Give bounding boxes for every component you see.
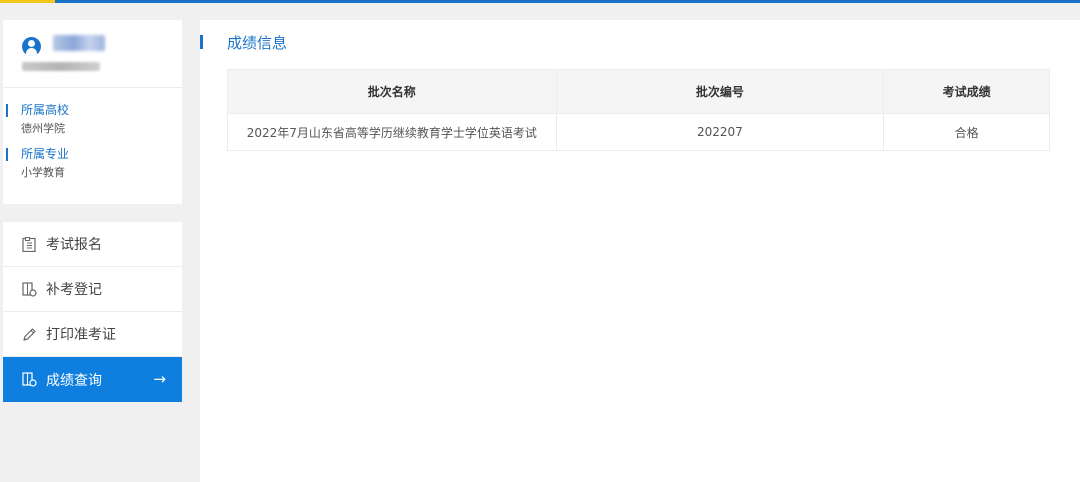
- menu-label: 成绩查询: [46, 372, 102, 389]
- menu-label: 补考登记: [46, 282, 102, 298]
- menu-item-retake-registration[interactable]: 补考登记: [3, 267, 182, 312]
- school-info: 所属高校 德州学院: [3, 102, 69, 137]
- menu-item-exam-registration[interactable]: 考试报名: [3, 222, 182, 267]
- arrow-right-icon: →: [153, 370, 166, 388]
- major-info: 所属专业 小学教育: [3, 146, 69, 181]
- top-bar: [0, 0, 1080, 3]
- table-row: 2022年7月山东省高等学历继续教育学士学位英语考试 202207 合格: [227, 113, 1050, 151]
- user-name-redacted: [53, 35, 105, 51]
- school-label: 所属高校: [5, 103, 70, 117]
- menu-label: 打印准考证: [46, 327, 116, 343]
- table-header-row: 批次名称 批次编号 考试成绩: [227, 69, 1050, 114]
- user-id-redacted: [22, 62, 100, 71]
- registration-clipboard-icon: [21, 236, 37, 252]
- major-value: 小学教育: [21, 166, 65, 179]
- pencil-icon: [21, 326, 37, 342]
- profile-card: 所属高校 德州学院 所属专业 小学教育: [3, 20, 182, 204]
- cell-batch-number: 202207: [555, 113, 885, 151]
- menu-item-print-admission-ticket[interactable]: 打印准考证: [3, 312, 182, 357]
- cell-batch-name: 2022年7月山东省高等学历继续教育学士学位英语考试: [227, 113, 557, 151]
- side-menu: 考试报名 补考登记 打印准考证 成绩查询 →: [3, 222, 182, 402]
- header-exam-score: 考试成绩: [883, 69, 1050, 114]
- score-table: 批次名称 批次编号 考试成绩 2022年7月山东省高等学历继续教育学士学位英语考…: [227, 69, 1050, 151]
- menu-item-score-query[interactable]: 成绩查询 →: [3, 357, 182, 402]
- top-bar-accent: [0, 0, 55, 3]
- major-label: 所属专业: [5, 147, 70, 161]
- profile-header: [3, 20, 182, 88]
- section-title: 成绩信息: [227, 34, 288, 52]
- menu-label: 考试报名: [46, 237, 102, 253]
- main-panel: 成绩信息 批次名称 批次编号 考试成绩 2022年7月山东省高等学历继续教育学士…: [200, 20, 1080, 482]
- retake-record-icon: [21, 281, 37, 297]
- section-title-bar: [200, 35, 203, 49]
- score-query-icon: [21, 372, 37, 388]
- cell-exam-score: 合格: [883, 113, 1050, 151]
- school-value: 德州学院: [21, 122, 65, 135]
- header-batch-name: 批次名称: [227, 69, 557, 114]
- header-batch-number: 批次编号: [555, 69, 885, 114]
- avatar-icon: [22, 37, 41, 56]
